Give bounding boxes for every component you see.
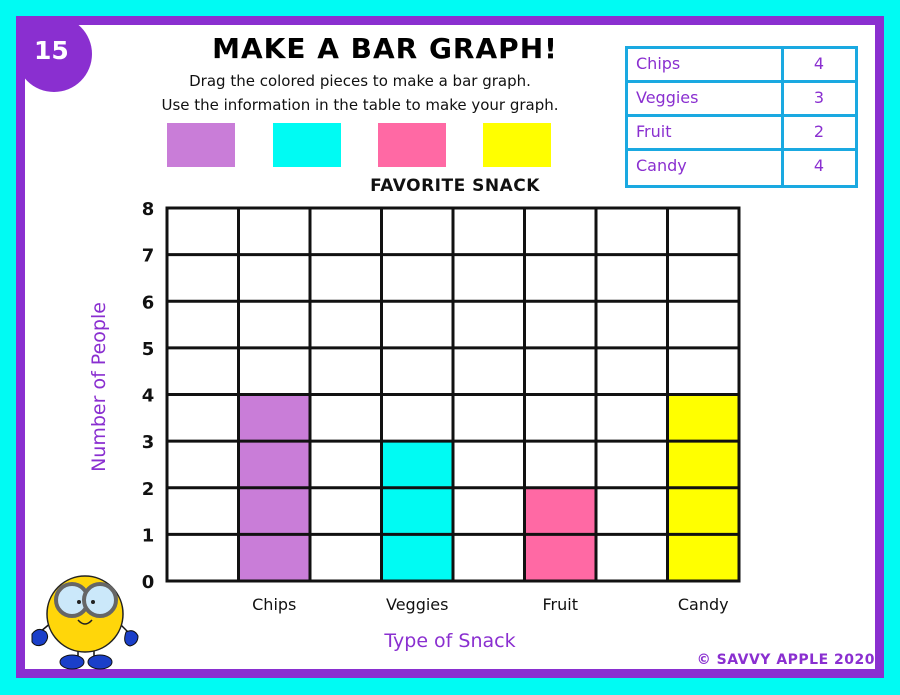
y-tick-label: 0 — [142, 572, 155, 593]
bar-piece-chips[interactable] — [238, 394, 311, 442]
copyright: © SAVVY APPLE 2020 — [696, 652, 875, 668]
x-tick-label: Candy — [678, 595, 729, 614]
bar-piece-fruit[interactable] — [524, 534, 597, 581]
bar-piece-chips[interactable] — [238, 534, 311, 581]
x-tick-label: Veggies — [386, 595, 448, 614]
bar-piece-fruit[interactable] — [524, 487, 597, 535]
y-tick-label: 6 — [142, 292, 155, 313]
bar-piece-chips[interactable] — [238, 487, 311, 535]
y-tick-label: 2 — [142, 479, 155, 500]
mascot-icon — [31, 575, 139, 670]
bar-piece-veggies[interactable] — [381, 534, 454, 581]
y-tick-label: 7 — [142, 246, 155, 267]
y-tick-label: 8 — [142, 199, 155, 220]
bar-piece-chips[interactable] — [238, 441, 311, 488]
x-tick-label: Chips — [252, 595, 296, 614]
y-tick-label: 3 — [142, 432, 155, 453]
bar-piece-candy[interactable] — [667, 441, 740, 488]
x-tick-label: Fruit — [543, 595, 578, 614]
bar-piece-candy[interactable] — [667, 394, 740, 442]
y-axis-label: Number of People — [88, 302, 110, 472]
y-tick-label: 5 — [142, 339, 155, 360]
y-tick-label: 4 — [142, 386, 155, 407]
bar-piece-veggies[interactable] — [381, 487, 454, 535]
bar-piece-candy[interactable] — [667, 487, 740, 535]
y-tick-label: 1 — [142, 525, 155, 546]
bar-piece-veggies[interactable] — [381, 441, 454, 488]
x-axis-label: Type of Snack — [384, 630, 516, 652]
bar-piece-candy[interactable] — [667, 534, 740, 581]
